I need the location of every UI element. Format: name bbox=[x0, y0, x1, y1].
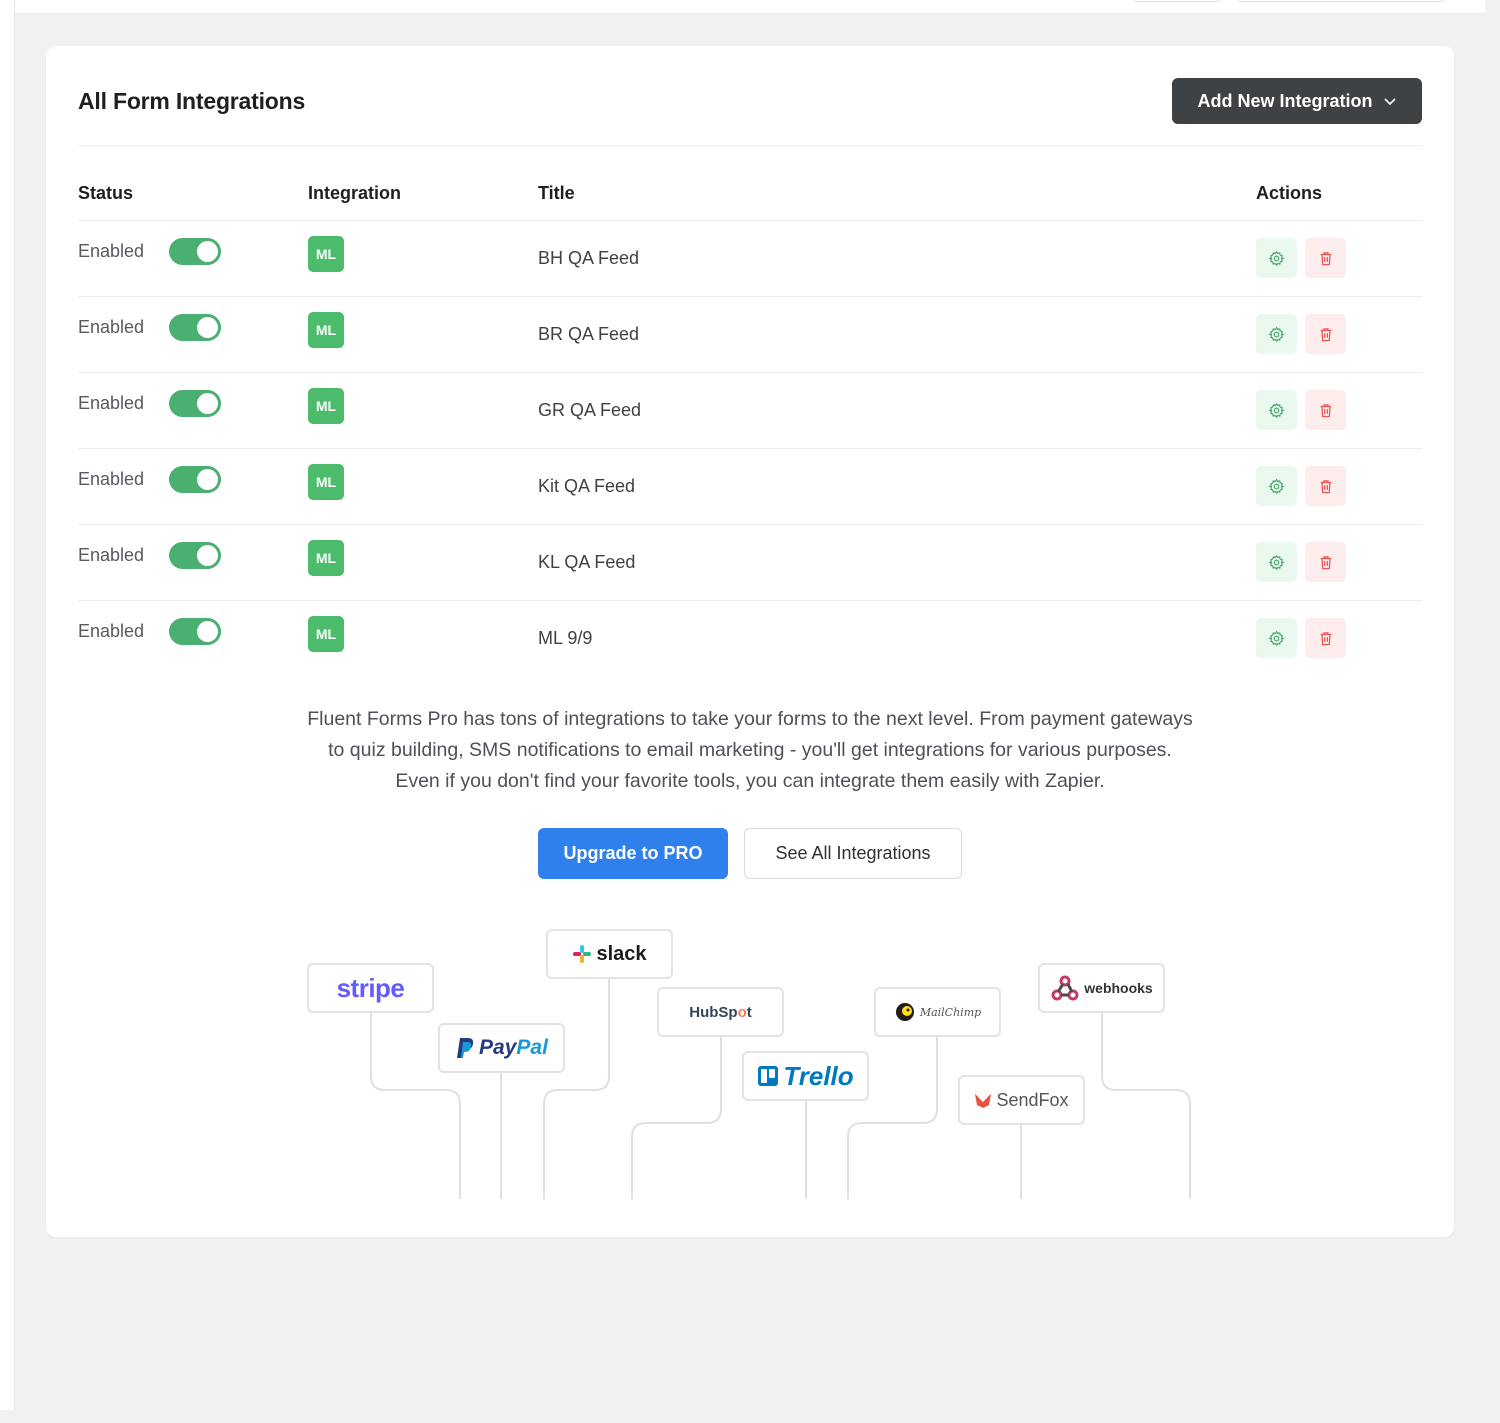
slack-icon bbox=[573, 945, 592, 963]
hubspot-logo-text: HubSpot bbox=[689, 1003, 752, 1021]
mailchimp-logo: MailChimp bbox=[874, 987, 1001, 1037]
sendfox-icon bbox=[975, 1094, 992, 1108]
trello-logo-text: Trello bbox=[783, 1060, 854, 1091]
paypal-logo: PayPal bbox=[438, 1023, 565, 1073]
webhooks-logo: webhooks bbox=[1038, 963, 1165, 1013]
sendfox-logo-text: SendFox bbox=[996, 1089, 1069, 1110]
paypal-logo-text: PayPal bbox=[479, 1036, 548, 1059]
sendfox-logo: SendFox bbox=[958, 1075, 1085, 1125]
paypal-icon bbox=[457, 1038, 474, 1058]
mailchimp-icon bbox=[895, 1003, 914, 1021]
slack-logo-text: slack bbox=[596, 942, 647, 965]
top-pill[interactable] bbox=[1133, 0, 1221, 2]
top-pill[interactable] bbox=[1237, 0, 1445, 2]
mailchimp-logo-text: MailChimp bbox=[919, 1005, 982, 1019]
stripe-logo-text: stripe bbox=[336, 972, 405, 1003]
left-rail bbox=[0, 0, 15, 1410]
slack-logo: slack bbox=[546, 929, 673, 979]
webhooks-logo-text: webhooks bbox=[1084, 980, 1153, 996]
integrations-card: All Form Integrations Add New Integratio… bbox=[46, 46, 1454, 1237]
trello-logo: Trello bbox=[742, 1051, 869, 1101]
top-strip bbox=[15, 0, 1485, 14]
stripe-logo: stripe bbox=[307, 963, 434, 1013]
hubspot-logo: HubSpot bbox=[657, 987, 784, 1037]
trello-icon bbox=[758, 1066, 779, 1086]
webhooks-icon bbox=[1051, 975, 1079, 1001]
